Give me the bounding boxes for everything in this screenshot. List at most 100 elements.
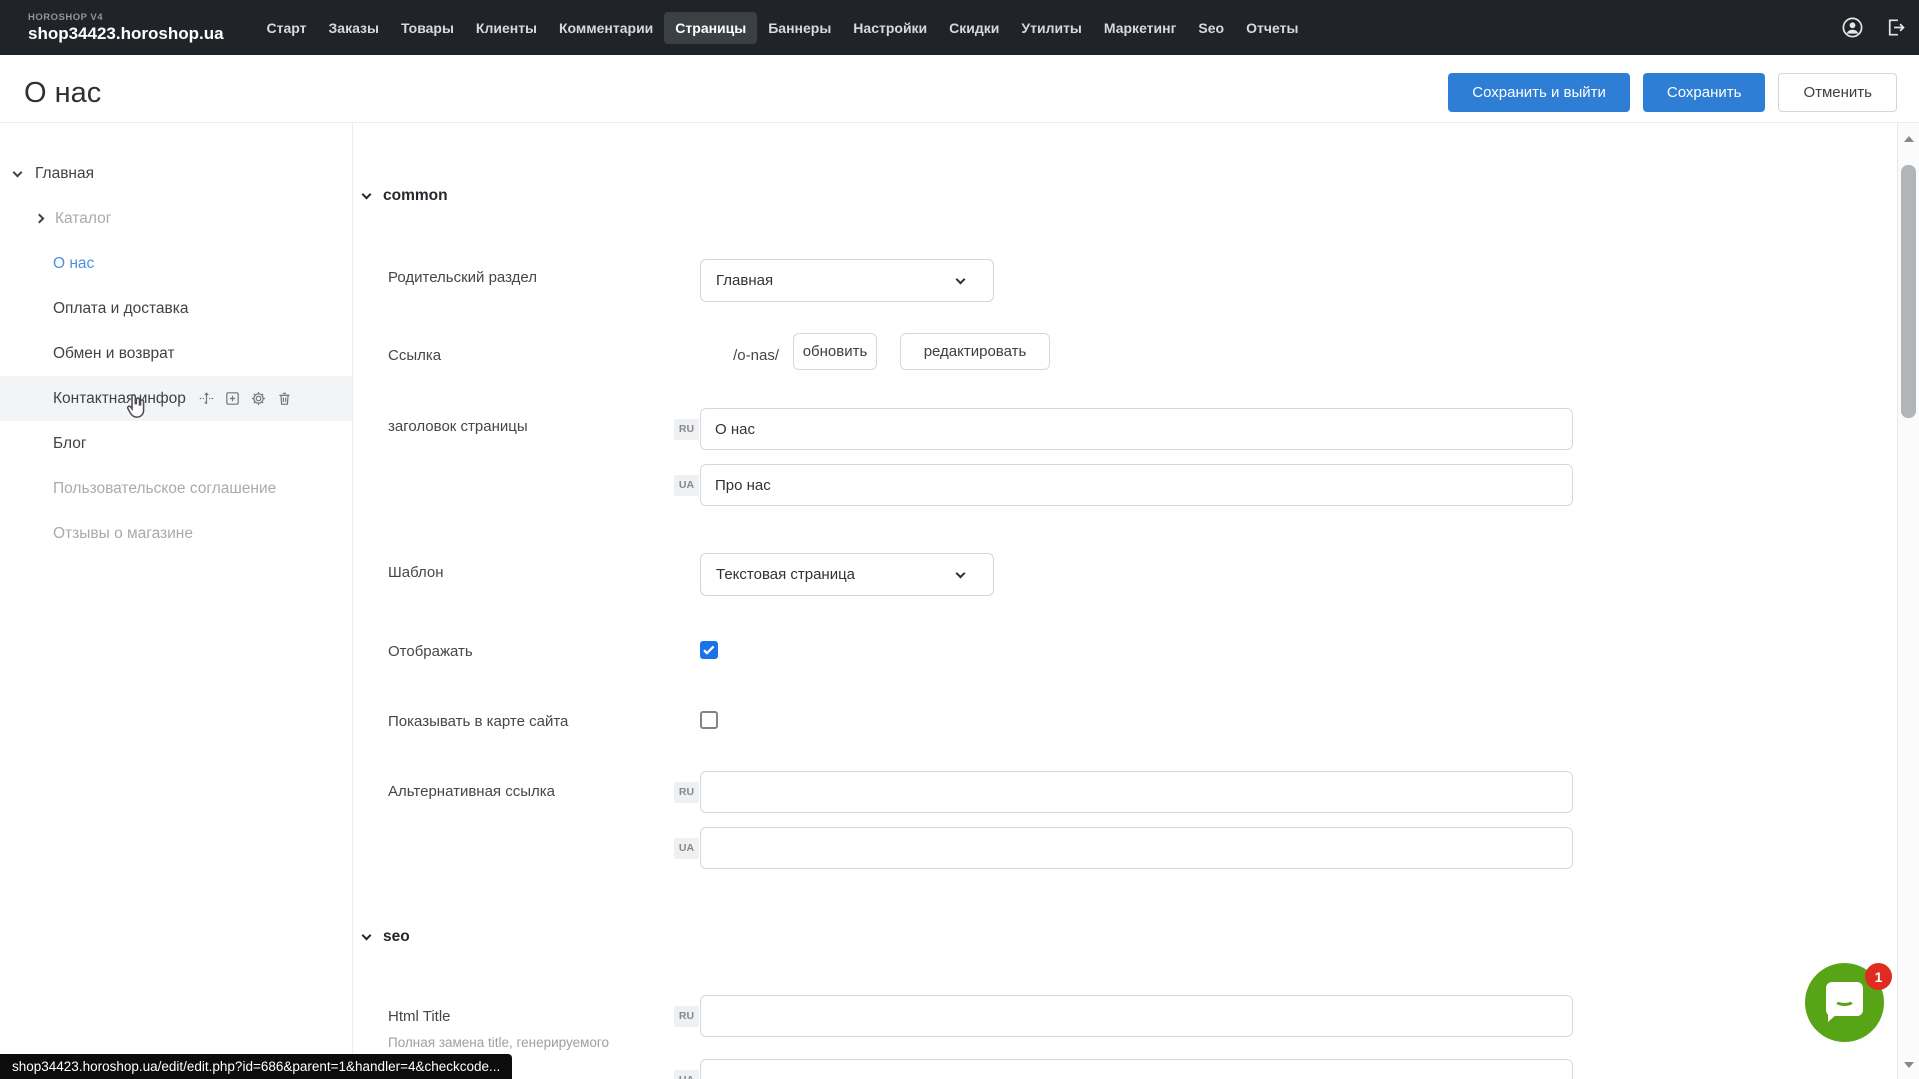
header-buttons: Сохранить и выйти Сохранить Отменить: [1448, 73, 1897, 112]
tree-item-label: Отзывы о магазине: [53, 525, 193, 543]
chevron-down-icon: [956, 568, 966, 578]
html-title-ru-input[interactable]: [700, 995, 1573, 1037]
tree-item-label: Каталог: [55, 210, 111, 228]
page-title-ru-input[interactable]: [700, 408, 1573, 450]
pages-tree-sidebar: Главная Каталог О нас Оплата и доставка …: [0, 123, 353, 1079]
chat-widget-button[interactable]: 1: [1805, 963, 1884, 1042]
tree-item-o-nas[interactable]: О нас: [0, 241, 352, 286]
chat-unread-badge: 1: [1865, 963, 1892, 990]
tree-item-katalog[interactable]: Каталог: [0, 196, 352, 241]
menu-item-clients[interactable]: Клиенты: [465, 12, 548, 44]
menu-item-orders[interactable]: Заказы: [318, 12, 390, 44]
alt-link-ru-input[interactable]: [700, 771, 1573, 813]
check-icon: [700, 641, 718, 659]
tree-item-otzyvy[interactable]: Отзывы о магазине: [0, 511, 352, 556]
menu-item-marketing[interactable]: Маркетинг: [1093, 12, 1188, 44]
section-label: common: [383, 187, 448, 205]
shop-logo[interactable]: HOROSHOP V4 shop34423.horoshop.ua: [28, 13, 224, 43]
lang-tag-ua: UA: [674, 1070, 699, 1079]
logo-version-label: HOROSHOP V4: [28, 13, 224, 23]
display-checkbox[interactable]: [700, 641, 718, 659]
tree-item-oplata[interactable]: Оплата и доставка: [0, 286, 352, 331]
menu-item-start[interactable]: Старт: [256, 12, 318, 44]
cursor-pointer: [122, 392, 150, 420]
account-icon[interactable]: [1841, 16, 1864, 39]
tree-item-soglashenie[interactable]: Пользовательское соглашение: [0, 466, 352, 511]
menu-item-utilities[interactable]: Утилиты: [1010, 12, 1092, 44]
tree-item-label: Оплата и доставка: [53, 300, 189, 318]
section-header-common[interactable]: common: [363, 187, 448, 205]
top-navigation-bar: HOROSHOP V4 shop34423.horoshop.ua Старт …: [0, 0, 1919, 55]
menu-item-products[interactable]: Товары: [390, 12, 465, 44]
section-header-seo[interactable]: seo: [363, 928, 410, 946]
lang-tag-ru: RU: [674, 1006, 699, 1027]
menu-item-banners[interactable]: Баннеры: [757, 12, 842, 44]
sitemap-checkbox[interactable]: [700, 711, 718, 729]
menu-item-pages[interactable]: Страницы: [664, 12, 757, 44]
alt-link-label: Альтернативная ссылка: [388, 783, 555, 800]
topbar-actions: [1841, 0, 1907, 55]
tree-item-actions: [198, 390, 293, 407]
menu-item-comments[interactable]: Комментарии: [548, 12, 664, 44]
link-refresh-button[interactable]: обновить: [793, 333, 877, 370]
template-label: Шаблон: [388, 564, 444, 581]
page-title-label: заголовок страницы: [388, 418, 528, 435]
menu-item-settings[interactable]: Настройки: [842, 12, 938, 44]
tree-item-kontaktnaya[interactable]: Контактная инфор: [0, 376, 352, 421]
move-icon[interactable]: [198, 390, 215, 407]
template-select[interactable]: Текстовая страница: [700, 553, 994, 596]
cancel-button[interactable]: Отменить: [1778, 73, 1897, 112]
tree-item-label: Контактная инфор: [53, 390, 186, 408]
chat-smile-icon: [1834, 994, 1855, 1006]
tree-item-label: Блог: [53, 435, 87, 453]
page-title-ua-input[interactable]: [700, 464, 1573, 506]
page-header: О нас Сохранить и выйти Сохранить Отмени…: [0, 55, 1919, 123]
lang-tag-ru: RU: [674, 419, 699, 440]
tree-item-label: Обмен и возврат: [53, 345, 175, 363]
chevron-down-icon: [362, 190, 372, 200]
logout-icon[interactable]: [1884, 16, 1907, 39]
tree-item-glavnaya[interactable]: Главная: [0, 151, 352, 196]
menu-item-reports[interactable]: Отчеты: [1235, 12, 1309, 44]
tree-item-label: О нас: [53, 255, 94, 273]
lang-tag-ua: UA: [674, 838, 699, 859]
chevron-down-icon[interactable]: [13, 167, 23, 177]
tree-item-blog[interactable]: Блог: [0, 421, 352, 466]
link-value: /o-nas/: [716, 347, 779, 364]
chat-bubble-icon: [1826, 982, 1863, 1016]
link-label: Ссылка: [388, 347, 441, 364]
main-menu: Старт Заказы Товары Клиенты Комментарии …: [256, 12, 1310, 44]
link-edit-button[interactable]: редактировать: [900, 333, 1050, 370]
status-url: shop34423.horoshop.ua/edit/edit.php?id=6…: [12, 1059, 500, 1074]
menu-item-seo[interactable]: Seo: [1187, 12, 1235, 44]
menu-item-discounts[interactable]: Скидки: [938, 12, 1010, 44]
parent-section-label: Родительский раздел: [388, 269, 537, 286]
logo-domain-label: shop34423.horoshop.ua: [28, 25, 224, 42]
html-title-ua-input[interactable]: [700, 1059, 1573, 1079]
scroll-down-arrow[interactable]: [1904, 1062, 1914, 1068]
display-label: Отображать: [388, 643, 473, 660]
tree-item-label: Главная: [35, 165, 94, 183]
save-button[interactable]: Сохранить: [1643, 73, 1766, 112]
gear-icon[interactable]: [250, 390, 267, 407]
lang-tag-ru: RU: [674, 782, 699, 803]
save-and-exit-button[interactable]: Сохранить и выйти: [1448, 73, 1630, 112]
alt-link-ua-input[interactable]: [700, 827, 1573, 869]
page-edit-form: common Родительский раздел Главная Ссылк…: [353, 123, 1897, 1079]
delete-icon[interactable]: [276, 390, 293, 407]
scrollbar-thumb[interactable]: [1901, 165, 1916, 418]
add-page-icon[interactable]: [224, 390, 241, 407]
html-title-label: Html Title: [388, 1008, 451, 1025]
section-label: seo: [383, 928, 410, 946]
lang-tag-ua: UA: [674, 475, 699, 496]
page-title: О нас: [24, 77, 101, 110]
tree-item-label: Пользовательское соглашение: [53, 480, 276, 498]
select-value: Главная: [716, 272, 773, 289]
chevron-down-icon: [362, 931, 372, 941]
chevron-right-icon[interactable]: [35, 214, 45, 224]
chevron-down-icon: [956, 274, 966, 284]
scroll-up-arrow[interactable]: [1904, 136, 1914, 142]
parent-section-select[interactable]: Главная: [700, 259, 994, 302]
tree-item-obmen[interactable]: Обмен и возврат: [0, 331, 352, 376]
vertical-scrollbar: [1897, 123, 1919, 1079]
